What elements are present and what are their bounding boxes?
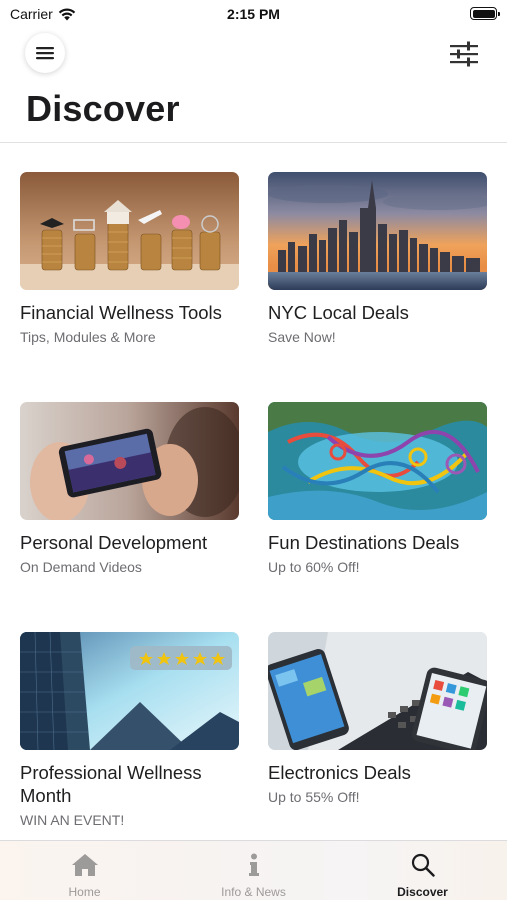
card-subtitle: Tips, Modules & More <box>20 329 156 345</box>
card-subtitle: Up to 55% Off! <box>268 789 360 805</box>
card-nyc-local-deals[interactable]: NYC Local Deals Save Now! <box>268 172 487 402</box>
menu-button[interactable] <box>25 33 65 73</box>
card-financial-wellness[interactable]: Financial Wellness Tools Tips, Modules &… <box>20 172 239 402</box>
card-fun-destinations[interactable]: Fun Destinations Deals Up to 60% Off! <box>268 402 487 632</box>
card-subtitle: On Demand Videos <box>20 559 142 575</box>
tab-label: Info & News <box>221 885 286 899</box>
tab-home[interactable]: Home <box>0 841 169 900</box>
card-title: Professional Wellness Month <box>20 762 202 806</box>
card-image-phone-video <box>20 402 239 520</box>
search-icon <box>411 853 435 877</box>
status-bar: Carrier 2:15 PM <box>0 0 507 28</box>
card-professional-wellness[interactable]: Professional Wellness Month WIN AN EVENT… <box>20 632 239 862</box>
tab-label: Discover <box>397 885 448 899</box>
card-subtitle: Up to 60% Off! <box>268 559 360 575</box>
filter-button[interactable] <box>449 40 479 68</box>
card-title: Financial Wellness Tools <box>20 302 222 323</box>
tab-discover[interactable]: Discover <box>338 841 507 900</box>
card-image-waterpark <box>268 402 487 520</box>
card-subtitle: Save Now! <box>268 329 336 345</box>
page-title: Discover <box>26 88 180 129</box>
tab-info-news[interactable]: Info & News <box>169 841 338 900</box>
card-electronics-deals[interactable]: Electronics Deals Up to 55% Off! <box>268 632 487 862</box>
battery-icon <box>470 7 500 20</box>
tab-label: Home <box>68 885 101 899</box>
header-divider <box>0 142 507 143</box>
card-title: Electronics Deals <box>268 762 411 783</box>
home-icon <box>71 854 98 876</box>
tab-bar: Home Info & News Discover <box>0 840 507 900</box>
card-image-devices <box>268 632 487 750</box>
card-title: Personal Development <box>20 532 208 553</box>
card-personal-development[interactable]: Personal Development On Demand Videos <box>20 402 239 632</box>
discover-grid: Financial Wellness Tools Tips, Modules &… <box>20 172 488 862</box>
card-image-coins <box>20 172 239 290</box>
card-image-office-towers <box>20 632 239 750</box>
sliders-icon <box>450 41 478 67</box>
card-title: NYC Local Deals <box>268 302 409 323</box>
info-icon <box>248 853 259 876</box>
card-title: Fun Destinations Deals <box>268 532 460 553</box>
card-subtitle: WIN AN EVENT! <box>20 812 125 828</box>
card-image-nyc-skyline <box>268 172 487 290</box>
hamburger-icon <box>36 47 54 60</box>
status-time: 2:15 PM <box>227 6 280 22</box>
